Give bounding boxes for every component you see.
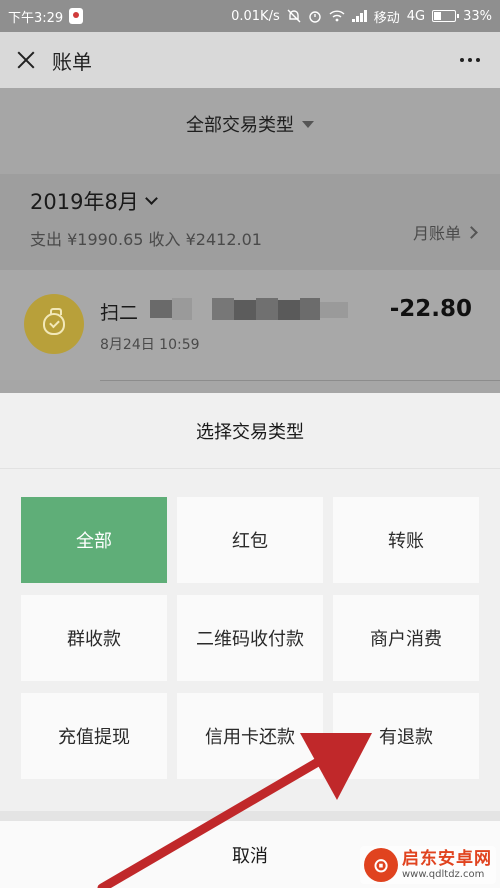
monthly-bill-label: 月账单 xyxy=(412,224,461,243)
filter-label: 全部交易类型 xyxy=(186,115,294,136)
battery-icon xyxy=(432,10,460,22)
transaction-date: 8月24日 10:59 xyxy=(100,337,200,353)
month-selector[interactable]: 2019年8月 xyxy=(30,186,158,216)
status-time: 下午3:29 xyxy=(8,10,64,26)
chevron-right-icon xyxy=(465,225,478,239)
month-summary: 支出 ¥1990.65 收入 ¥2412.01 xyxy=(30,230,262,249)
status-bar: 下午3:29 0.01K/s 移动 4G 33% xyxy=(0,0,500,32)
page-title: 账单 xyxy=(52,49,92,74)
option-refund[interactable]: 有退款 xyxy=(333,693,479,779)
option-grid: 全部 红包 转账 群收款 二维码收付款 商户消费 充值提现 信用卡还款 有退款 xyxy=(21,497,479,779)
more-icon[interactable] xyxy=(460,58,480,62)
close-icon[interactable] xyxy=(14,48,38,72)
watermark: ⊙ 启东安卓网 www.qdltdz.com xyxy=(360,846,496,884)
option-red-packet[interactable]: 红包 xyxy=(177,497,323,583)
mute-icon xyxy=(287,9,301,23)
network-type: 4G xyxy=(406,8,426,24)
network-speed: 0.01K/s xyxy=(231,8,280,24)
month-title: 2019年8月 xyxy=(30,190,139,214)
transaction-row[interactable]: 扫二 8月24日 10:59 -22.80 xyxy=(0,270,500,380)
battery-percent: 33% xyxy=(463,8,492,24)
bill-list: 全部交易类型 2019年8月 支出 ¥1990.65 收入 ¥2412.01 月… xyxy=(0,88,500,393)
transaction-type-filter[interactable]: 全部交易类型 xyxy=(0,88,500,160)
watermark-name: 启东安卓网 xyxy=(402,849,492,870)
option-credit-card[interactable]: 信用卡还款 xyxy=(177,693,323,779)
option-qr-payment[interactable]: 二维码收付款 xyxy=(177,595,323,681)
option-topup-withdraw[interactable]: 充值提现 xyxy=(21,693,167,779)
month-header: 2019年8月 支出 ¥1990.65 收入 ¥2412.01 月账单 xyxy=(0,174,500,270)
divider xyxy=(100,380,500,381)
chevron-down-icon xyxy=(144,192,158,205)
caret-down-icon xyxy=(302,120,314,128)
option-transfer[interactable]: 转账 xyxy=(333,497,479,583)
transaction-amount: -22.80 xyxy=(389,296,472,322)
watermark-url: www.qdltdz.com xyxy=(402,868,485,880)
payment-bag-icon xyxy=(24,294,84,354)
option-group-collect[interactable]: 群收款 xyxy=(21,595,167,681)
cancel-separator xyxy=(0,811,500,821)
wifi-icon xyxy=(329,10,345,22)
nav-bar: 账单 xyxy=(0,32,500,88)
carrier-name: 移动 xyxy=(373,10,400,26)
redaction-mosaic xyxy=(150,298,350,320)
watermark-logo: ⊙ xyxy=(364,848,398,882)
transaction-type-sheet: 选择交易类型 全部 红包 转账 群收款 二维码收付款 商户消费 充值提现 信用卡… xyxy=(0,393,500,888)
signal-icon xyxy=(351,10,367,22)
option-merchant[interactable]: 商户消费 xyxy=(333,595,479,681)
transaction-name: 扫二 xyxy=(100,302,139,324)
sheet-title: 选择交易类型 xyxy=(0,393,500,469)
notification-app-icon xyxy=(69,8,84,24)
alarm-icon xyxy=(309,11,321,23)
option-all[interactable]: 全部 xyxy=(21,497,167,583)
monthly-bill-link[interactable]: 月账单 xyxy=(412,220,478,244)
